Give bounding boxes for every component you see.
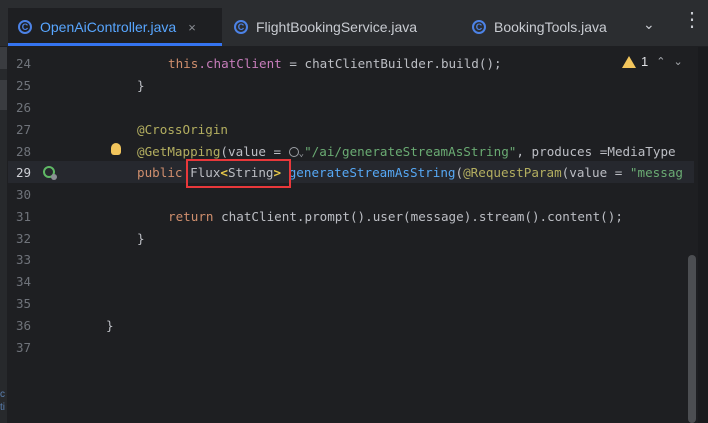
line-number: 34 xyxy=(16,274,32,289)
previous-highlight-icon[interactable]: ⌃ xyxy=(656,55,665,68)
tab-flight-booking-service[interactable]: C FlightBookingService.java xyxy=(234,8,417,46)
code-line-27: @CrossOrigin xyxy=(137,122,228,137)
code-line-24: this.chatClient = chatClientBuilder.buil… xyxy=(168,56,502,71)
run-endpoint-icon[interactable] xyxy=(43,166,57,180)
more-vertical-icon[interactable]: ⋮ xyxy=(682,10,702,30)
tab-label: OpenAiController.java xyxy=(40,19,177,35)
chevron-down-icon[interactable]: ⌄ xyxy=(643,16,655,33)
code-line-36: } xyxy=(106,318,114,333)
code-line-32: } xyxy=(137,231,145,246)
class-file-icon: C xyxy=(18,20,32,34)
left-panel-fragment: c ti xyxy=(0,389,5,413)
editor-tab-bar: C OpenAiController.java × C FlightBookin… xyxy=(0,0,708,47)
tab-booking-tools[interactable]: C BookingTools.java xyxy=(472,8,607,46)
line-number-current: 29 xyxy=(16,165,32,180)
tab-label: BookingTools.java xyxy=(494,19,607,35)
code-editor[interactable] xyxy=(0,47,708,423)
line-number: 28 xyxy=(16,144,32,159)
vertical-scrollbar[interactable] xyxy=(688,255,696,423)
close-tab-icon[interactable]: × xyxy=(188,20,196,35)
code-line-25: } xyxy=(137,78,145,93)
line-number: 26 xyxy=(16,100,32,115)
globe-icon[interactable] xyxy=(288,147,299,157)
tool-window-strip xyxy=(0,47,7,423)
inspection-widget[interactable]: 1 ⌃ ⌄ xyxy=(622,54,683,69)
line-number: 33 xyxy=(16,252,32,267)
line-number: 36 xyxy=(16,318,32,333)
next-highlight-icon[interactable]: ⌄ xyxy=(673,55,682,68)
line-number: 32 xyxy=(16,231,32,246)
line-number: 30 xyxy=(16,187,32,202)
flux-string-highlight-box xyxy=(186,159,291,188)
line-number: 24 xyxy=(16,56,32,71)
line-number: 37 xyxy=(16,340,32,355)
warning-count: 1 xyxy=(641,54,649,69)
tab-label: FlightBookingService.java xyxy=(256,19,418,35)
line-number: 31 xyxy=(16,209,32,224)
class-file-icon: C xyxy=(234,20,248,34)
tab-openai-controller[interactable]: C OpenAiController.java × xyxy=(8,8,222,46)
code-line-28: @GetMapping(value = ⌄"/ai/generateStream… xyxy=(137,144,676,159)
intention-bulb-icon[interactable] xyxy=(111,143,121,155)
line-number: 25 xyxy=(16,78,32,93)
class-file-icon: C xyxy=(472,20,486,34)
editor-right-margin xyxy=(698,47,708,423)
code-line-31: return chatClient.prompt().user(message)… xyxy=(168,209,623,224)
line-number: 27 xyxy=(16,122,32,137)
line-number: 35 xyxy=(16,296,32,311)
warning-icon xyxy=(622,55,636,68)
